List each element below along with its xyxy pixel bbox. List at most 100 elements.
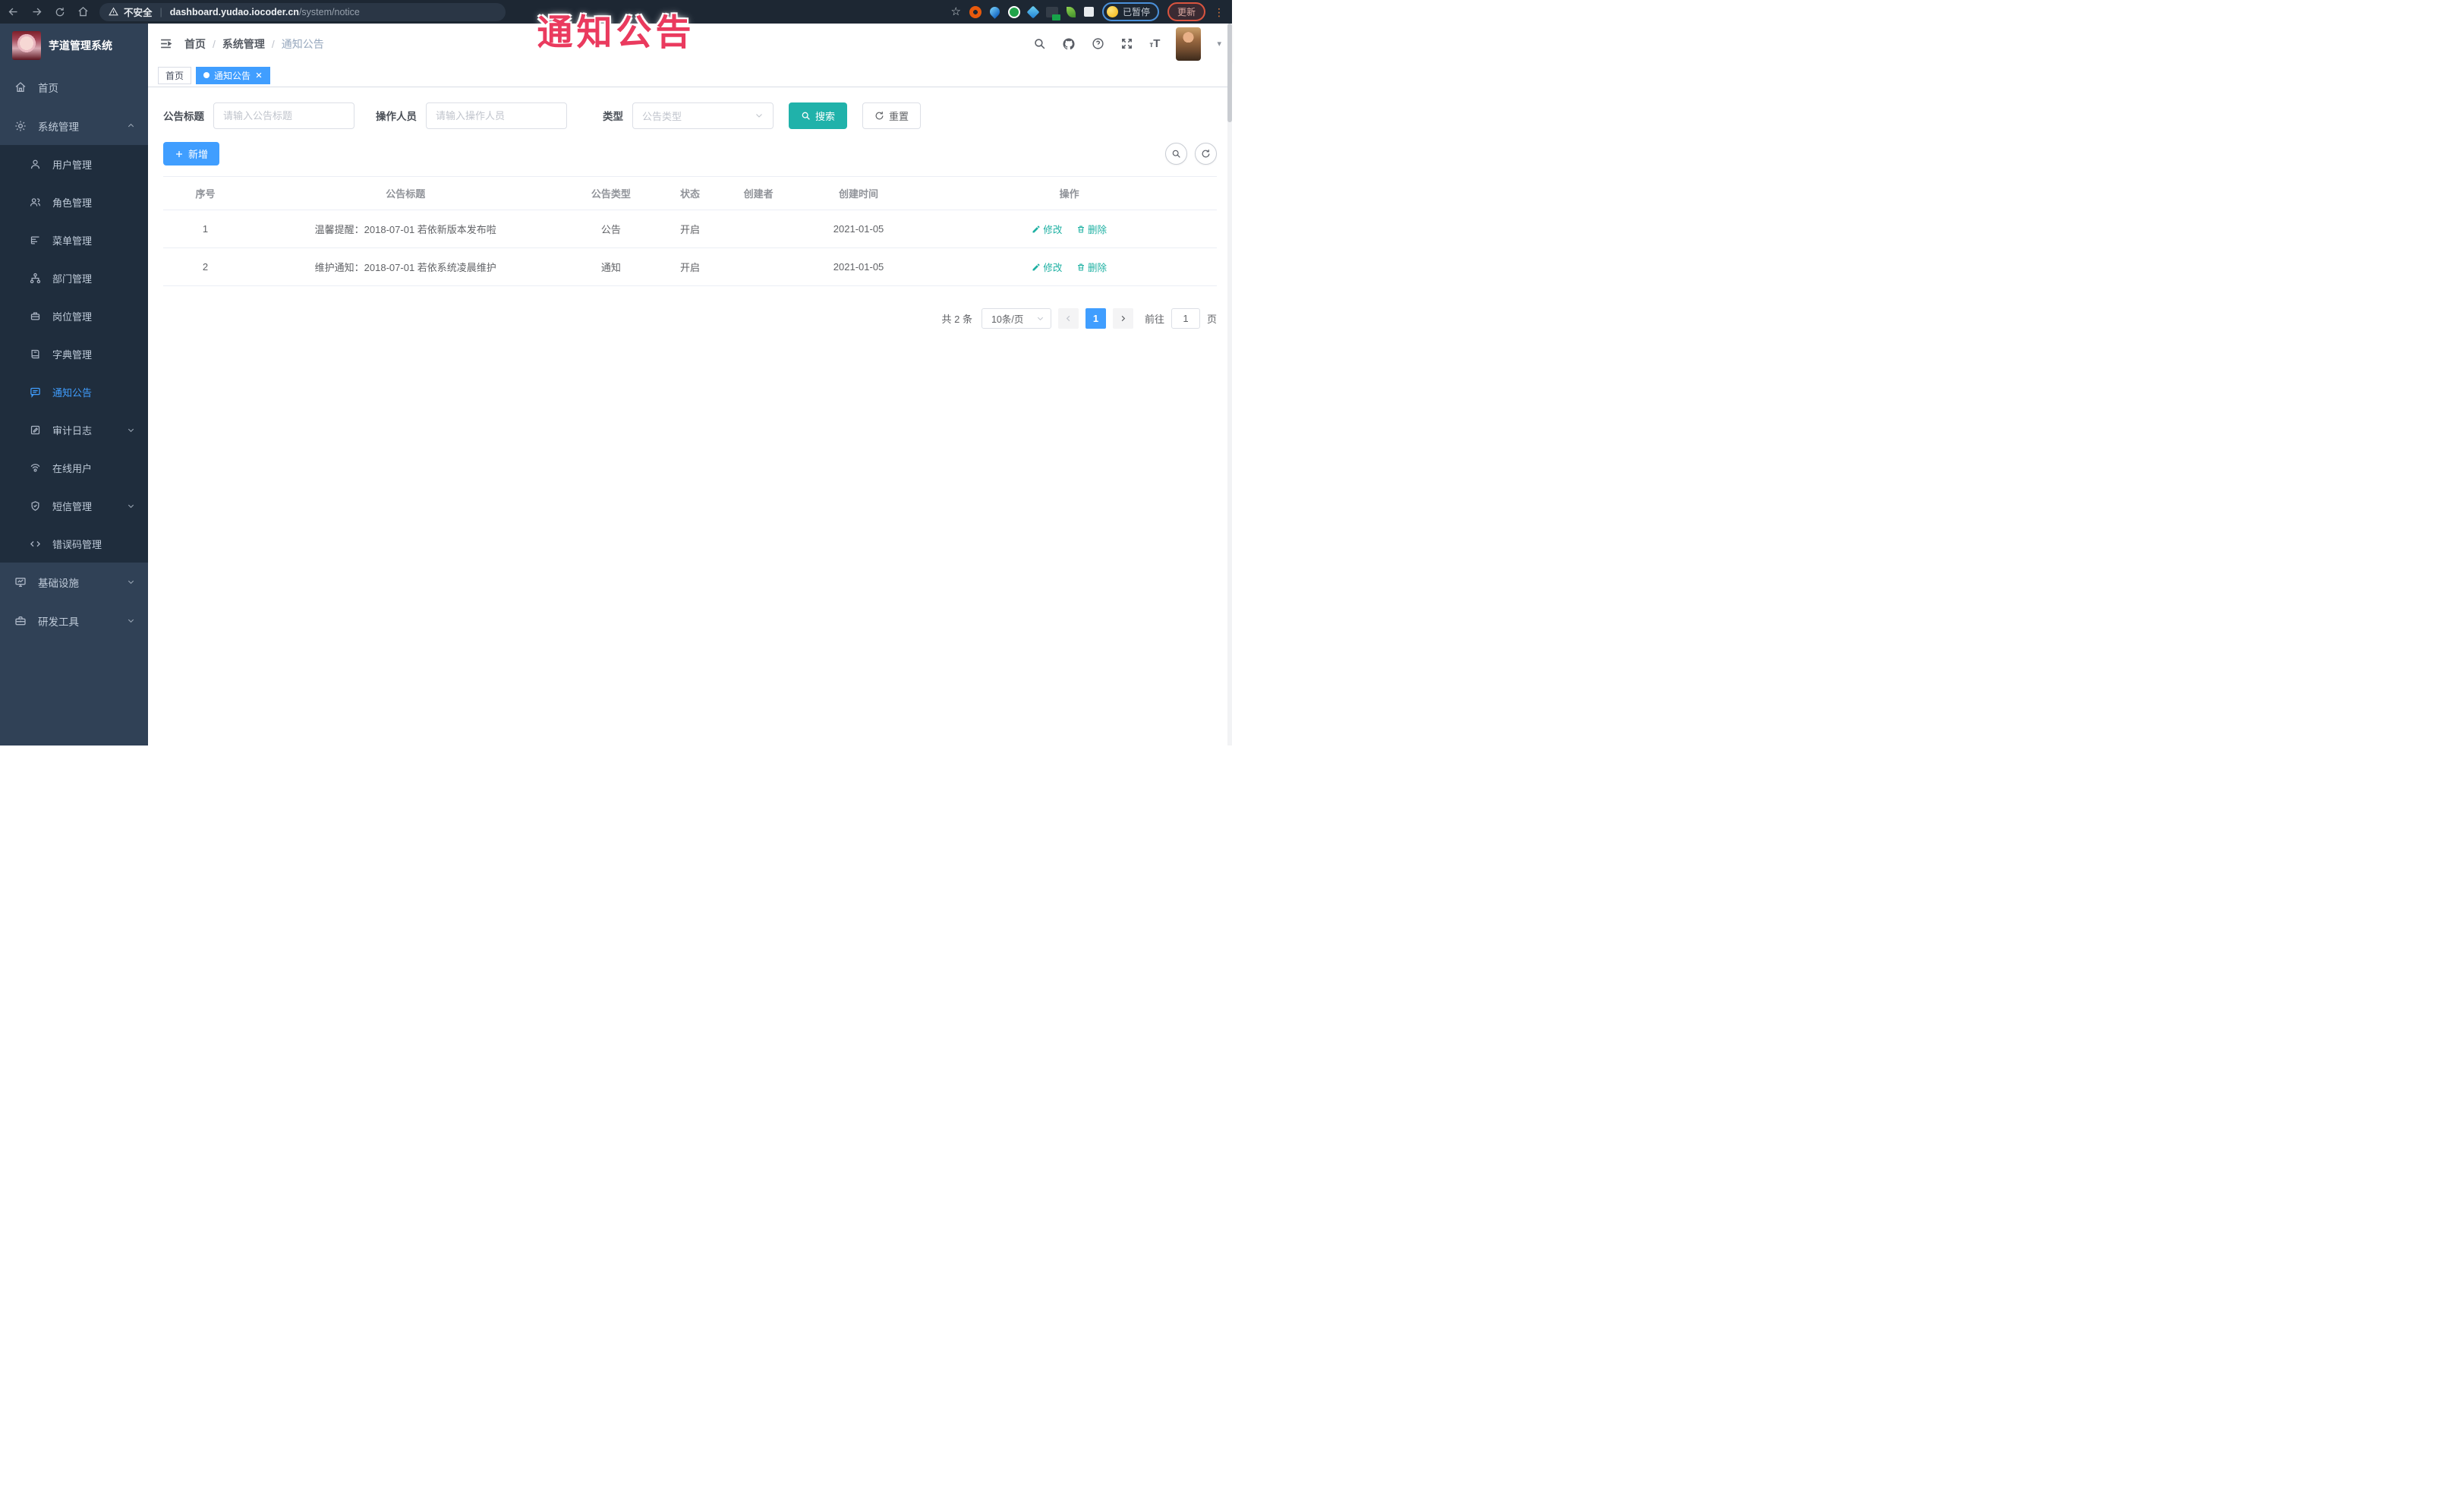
edit-link[interactable]: 修改: [1032, 222, 1062, 236]
message-icon: [30, 386, 41, 398]
avatar-caret-icon[interactable]: ▾: [1217, 39, 1221, 49]
sidebar-item-role-mgmt[interactable]: 角色管理: [0, 183, 148, 221]
page-size-value: 10条/页: [991, 314, 1024, 325]
extension-drop-icon[interactable]: [988, 5, 1002, 19]
extensions-puzzle-icon[interactable]: [1083, 7, 1094, 17]
search-button[interactable]: 搜索: [789, 102, 848, 129]
trash-icon: [1076, 263, 1085, 272]
sidebar-item-label: 错误码管理: [52, 538, 102, 550]
chevron-down-icon: [127, 426, 135, 434]
next-page-button[interactable]: [1112, 308, 1133, 329]
github-icon[interactable]: [1062, 37, 1076, 51]
breadcrumb-separator: /: [213, 37, 216, 50]
home-nav-icon[interactable]: [77, 6, 89, 17]
search-icon[interactable]: [1033, 37, 1046, 50]
sidebar-item-infra[interactable]: 基础设施: [0, 563, 148, 601]
table-toolbar: 新增: [163, 142, 1217, 165]
col-title: 公告标题: [247, 176, 564, 210]
delete-link[interactable]: 删除: [1076, 260, 1107, 274]
sidebar-item-notice[interactable]: 通知公告: [0, 373, 148, 411]
refresh-table-button[interactable]: [1195, 143, 1217, 165]
font-size-icon[interactable]: тT: [1149, 37, 1160, 50]
extension-green-icon[interactable]: [1007, 5, 1020, 18]
reset-button[interactable]: 重置: [862, 102, 922, 129]
bookmark-star-icon[interactable]: ☆: [951, 5, 961, 18]
delete-link-label: 删除: [1087, 263, 1107, 273]
breadcrumb-home[interactable]: 首页: [184, 36, 206, 52]
sidebar-item-label: 岗位管理: [52, 310, 93, 323]
home-icon: [14, 81, 27, 93]
cell-title: 温馨提醒：2018-07-01 若依新版本发布啦: [247, 210, 564, 248]
profile-paused-pill[interactable]: 已暂停: [1101, 2, 1159, 21]
sidebar-item-label: 研发工具: [38, 616, 79, 628]
sidebar-item-dev-tools[interactable]: 研发工具: [0, 601, 148, 640]
toggle-search-button[interactable]: [1165, 143, 1187, 165]
breadcrumb-separator: /: [271, 37, 275, 50]
sidebar-item-label: 用户管理: [52, 159, 93, 171]
cell-created: 2021-01-05: [795, 247, 922, 286]
trash-icon: [1076, 225, 1085, 234]
forward-icon[interactable]: [31, 6, 43, 17]
extension-diamond-icon[interactable]: [1026, 5, 1040, 18]
reload-icon[interactable]: [55, 7, 65, 17]
scrollbar-thumb[interactable]: [1227, 24, 1232, 122]
post-icon: [30, 310, 41, 322]
goto-page-input[interactable]: [1171, 308, 1200, 329]
active-dot-icon: [203, 72, 210, 78]
close-icon[interactable]: [255, 71, 263, 79]
prev-page-button[interactable]: [1057, 308, 1079, 329]
sidebar-item-online-users[interactable]: 在线用户: [0, 449, 148, 487]
page-number-button[interactable]: 1: [1085, 308, 1106, 329]
type-select-placeholder: 公告类型: [642, 110, 682, 122]
sidebar-item-post-mgmt[interactable]: 岗位管理: [0, 297, 148, 335]
operator-filter-label: 操作人员: [376, 111, 417, 122]
sidebar-item-audit-log[interactable]: 审计日志: [0, 411, 148, 449]
add-button-label: 新增: [188, 149, 209, 160]
chevron-down-icon: [127, 578, 135, 586]
browser-menu-icon[interactable]: ⋮: [1214, 7, 1224, 17]
back-icon[interactable]: [8, 6, 19, 17]
sidebar-item-home[interactable]: 首页: [0, 68, 148, 106]
chevron-down-icon: [1036, 314, 1045, 323]
sidebar-item-dict-mgmt[interactable]: 字典管理: [0, 335, 148, 373]
type-filter-select[interactable]: 公告类型: [632, 102, 774, 129]
breadcrumb: 首页 / 系统管理 / 通知公告: [184, 36, 324, 52]
chevron-down-icon: [127, 616, 135, 625]
page-size-select[interactable]: 10条/页: [981, 308, 1051, 329]
cell-status: 开启: [658, 247, 722, 286]
sidebar-item-user-mgmt[interactable]: 用户管理: [0, 145, 148, 183]
sidebar-item-label: 基础设施: [38, 577, 79, 589]
col-no: 序号: [163, 176, 248, 210]
sidebar-logo[interactable]: 芋道管理系统: [0, 24, 148, 68]
table-row: 2 维护通知：2018-07-01 若依系统凌晨维护 通知 开启 2021-01…: [163, 247, 1217, 286]
sidebar-item-errcode-mgmt[interactable]: 错误码管理: [0, 525, 148, 563]
browser-scrollbar[interactable]: [1227, 24, 1232, 746]
user-avatar[interactable]: [1176, 27, 1202, 61]
breadcrumb-system[interactable]: 系统管理: [222, 36, 265, 52]
address-bar[interactable]: 不安全 | dashboard.yudao.iocoder.cn/system/…: [99, 2, 506, 21]
security-label[interactable]: 不安全: [124, 5, 153, 19]
tab-notice[interactable]: 通知公告: [196, 66, 271, 84]
title-filter-input[interactable]: [213, 102, 354, 129]
browser-update-button[interactable]: 更新: [1167, 2, 1205, 21]
sidebar-item-sms-mgmt[interactable]: 短信管理: [0, 487, 148, 525]
operator-filter-input[interactable]: [426, 102, 567, 129]
sidebar-item-system[interactable]: 系统管理: [0, 106, 148, 145]
extension-orange-icon[interactable]: [969, 5, 982, 18]
help-icon[interactable]: [1092, 37, 1104, 50]
sidebar-item-label: 审计日志: [52, 424, 93, 437]
sidebar-item-menu-mgmt[interactable]: 菜单管理: [0, 221, 148, 259]
sidebar-item-dept-mgmt[interactable]: 部门管理: [0, 259, 148, 297]
add-button[interactable]: 新增: [163, 142, 220, 165]
edit-icon: [1032, 225, 1041, 234]
delete-link[interactable]: 删除: [1076, 222, 1107, 236]
tab-home[interactable]: 首页: [158, 66, 192, 84]
extension-on-badge-icon[interactable]: [1045, 6, 1060, 20]
fullscreen-icon[interactable]: [1120, 37, 1133, 50]
filter-form: 公告标题 操作人员 类型 公告类型 搜索 重置: [163, 102, 1217, 129]
url-path: /system/notice: [298, 6, 360, 17]
cell-type: 公告: [563, 210, 659, 248]
extension-leaf-icon[interactable]: [1066, 6, 1076, 17]
edit-link[interactable]: 删除修改: [1032, 260, 1062, 274]
sidebar-collapse-icon[interactable]: [159, 37, 172, 50]
